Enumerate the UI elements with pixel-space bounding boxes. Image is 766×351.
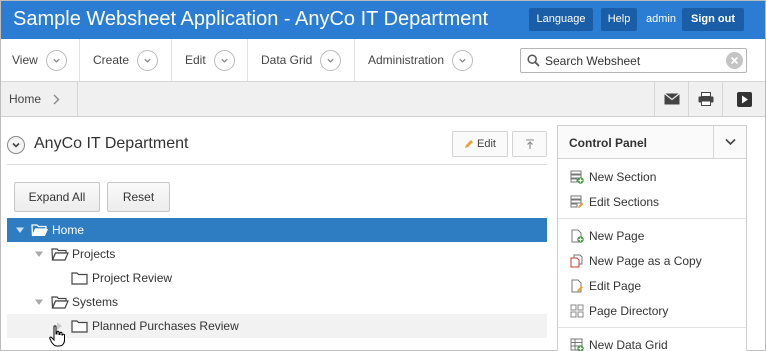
tree-node-label: Home bbox=[52, 223, 85, 237]
menu-data-grid-label: Data Grid bbox=[261, 53, 313, 67]
menu-edit-label: Edit bbox=[185, 53, 206, 67]
breadcrumb: Home bbox=[1, 82, 78, 116]
chevron-down-icon[interactable] bbox=[320, 49, 342, 71]
region-title: AnyCo IT Department bbox=[34, 135, 189, 152]
page-directory-icon bbox=[570, 304, 584, 318]
collapse-region-button[interactable] bbox=[7, 136, 25, 154]
chevron-down-icon[interactable] bbox=[137, 49, 159, 71]
separator bbox=[558, 218, 746, 219]
edit-page-label: Edit Page bbox=[589, 279, 642, 293]
menu-create[interactable]: Create bbox=[80, 39, 172, 81]
new-page-icon bbox=[571, 229, 584, 243]
new-page-label: New Page bbox=[589, 229, 645, 243]
menu-view[interactable]: View bbox=[1, 39, 80, 81]
new-page-copy-label: New Page as a Copy bbox=[589, 254, 702, 268]
control-panel-title: Control Panel bbox=[569, 136, 648, 150]
tree-node-label: Systems bbox=[72, 295, 119, 309]
chevron-down-icon bbox=[12, 142, 20, 148]
breadcrumb-home[interactable]: Home bbox=[9, 92, 41, 106]
new-data-grid-link[interactable]: New Data Grid bbox=[558, 333, 746, 351]
page-directory-link[interactable]: Page Directory bbox=[558, 299, 746, 323]
breadcrumb-bar: Home bbox=[1, 82, 765, 117]
expand-all-button[interactable]: Expand All bbox=[14, 182, 100, 212]
search-box[interactable] bbox=[520, 48, 747, 73]
search-input[interactable] bbox=[545, 53, 725, 68]
edit-section-button[interactable]: Edit bbox=[452, 131, 508, 157]
go-to-top-button[interactable] bbox=[512, 131, 547, 157]
mail-icon bbox=[663, 93, 680, 105]
search-icon bbox=[527, 54, 540, 67]
tree-node-planned-purchases-review[interactable]: Planned Purchases Review bbox=[7, 314, 547, 338]
pencil-icon bbox=[465, 140, 474, 148]
edit-sections-link[interactable]: Edit Sections bbox=[558, 190, 746, 214]
region-header: AnyCo IT Department Edit bbox=[7, 129, 547, 165]
tree-node-label: Planned Purchases Review bbox=[92, 319, 239, 333]
edit-page-link[interactable]: Edit Page bbox=[558, 274, 746, 298]
copy-page-icon bbox=[570, 254, 583, 268]
user-name: admin bbox=[646, 13, 676, 25]
email-button[interactable] bbox=[654, 82, 688, 116]
edit-sections-icon bbox=[570, 195, 584, 208]
edit-section-label: Edit bbox=[477, 138, 496, 150]
new-section-icon bbox=[570, 170, 584, 184]
chevron-down-icon bbox=[724, 138, 736, 146]
control-panel-header: Control Panel bbox=[558, 126, 746, 159]
new-data-grid-icon bbox=[570, 338, 584, 351]
new-section-label: New Section bbox=[589, 170, 657, 184]
expanded-triangle-icon[interactable] bbox=[15, 225, 25, 235]
menu-data-grid[interactable]: Data Grid bbox=[248, 39, 355, 81]
folder-open-icon bbox=[51, 248, 69, 261]
print-button[interactable] bbox=[688, 82, 722, 116]
folder-icon bbox=[71, 272, 88, 285]
tree-node-label: Project Review bbox=[92, 271, 173, 285]
tree-node-project-review[interactable]: Project Review bbox=[7, 266, 547, 290]
new-data-grid-label: New Data Grid bbox=[589, 338, 668, 351]
folder-icon bbox=[71, 320, 88, 333]
page-directory-label: Page Directory bbox=[589, 304, 669, 318]
arrow-up-icon bbox=[525, 139, 534, 149]
new-page-copy-link[interactable]: New Page as a Copy bbox=[558, 249, 746, 273]
expanded-triangle-icon[interactable] bbox=[34, 249, 44, 259]
tree-node-systems[interactable]: Systems bbox=[7, 290, 547, 314]
menu-administration[interactable]: Administration bbox=[355, 39, 487, 81]
expanded-triangle-icon[interactable] bbox=[34, 297, 44, 307]
edit-sections-label: Edit Sections bbox=[589, 195, 660, 209]
folder-open-icon bbox=[51, 296, 69, 309]
tree-node-label: Projects bbox=[72, 247, 116, 261]
help-button[interactable]: Help bbox=[601, 8, 637, 31]
chevron-down-icon[interactable] bbox=[213, 49, 235, 71]
presentation-button[interactable] bbox=[722, 82, 765, 116]
tree-node-home[interactable]: Home bbox=[7, 218, 547, 242]
new-section-link[interactable]: New Section bbox=[558, 165, 746, 189]
tree-node-projects[interactable]: Projects bbox=[7, 242, 547, 266]
chevron-right-icon bbox=[53, 94, 60, 104]
app-header: Sample Websheet Application - AnyCo IT D… bbox=[1, 1, 765, 39]
hand-cursor-icon bbox=[49, 325, 65, 347]
reset-button[interactable]: Reset bbox=[107, 182, 170, 212]
menu-administration-label: Administration bbox=[368, 53, 445, 67]
clear-search-icon[interactable] bbox=[726, 52, 743, 69]
menu-bar: View Create Edit Data Grid Administratio… bbox=[1, 39, 765, 82]
chevron-down-icon[interactable] bbox=[45, 49, 67, 71]
edit-page-icon bbox=[571, 279, 583, 293]
play-icon bbox=[736, 91, 752, 107]
control-panel-toggle[interactable] bbox=[713, 126, 746, 158]
chevron-down-icon[interactable] bbox=[452, 49, 474, 71]
language-button[interactable]: Language bbox=[529, 8, 593, 31]
menu-create-label: Create bbox=[93, 53, 130, 67]
folder-open-icon bbox=[31, 224, 48, 237]
separator bbox=[558, 327, 746, 328]
control-panel: Control Panel New Section Edit Sections … bbox=[557, 125, 747, 351]
new-page-link[interactable]: New Page bbox=[558, 224, 746, 248]
sign-out-button[interactable]: Sign out bbox=[682, 8, 744, 31]
menu-edit[interactable]: Edit bbox=[172, 39, 248, 81]
app-title: Sample Websheet Application - AnyCo IT D… bbox=[13, 8, 489, 30]
menu-view-label: View bbox=[12, 53, 38, 67]
print-icon bbox=[698, 92, 713, 106]
